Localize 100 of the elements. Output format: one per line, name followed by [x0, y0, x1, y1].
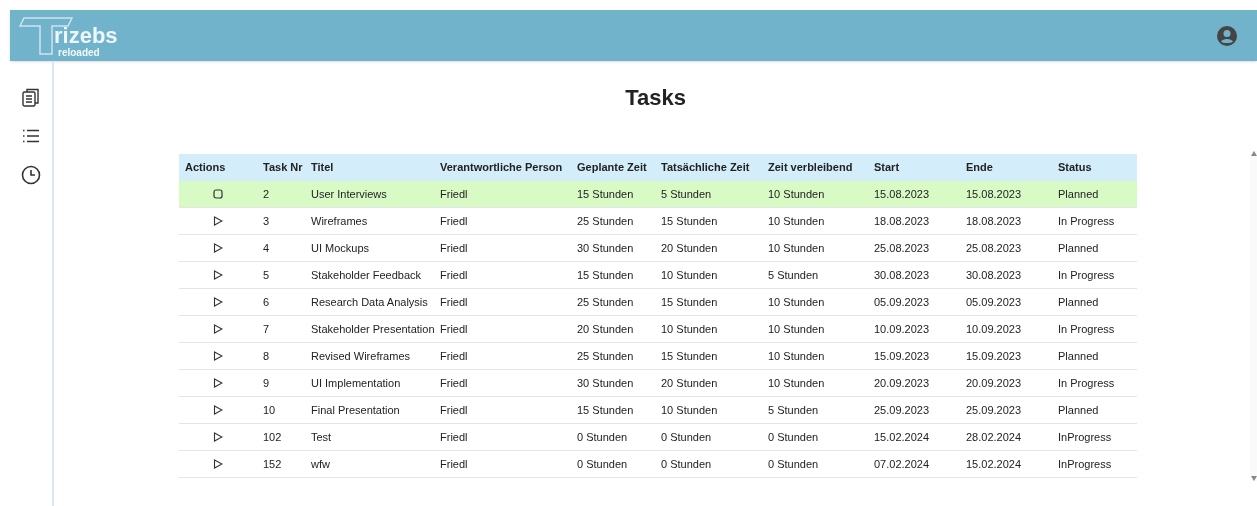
- column-header: Titel: [310, 160, 335, 176]
- table-cell-text: Friedl: [439, 321, 469, 337]
- table-cell-text: 15 Stunden: [660, 213, 719, 229]
- play-icon[interactable]: [213, 351, 223, 361]
- table-cell-text: 5: [262, 267, 271, 283]
- table-cell-text: Friedl: [439, 348, 469, 364]
- logo-title: rizebs: [54, 24, 118, 47]
- play-icon[interactable]: [213, 432, 223, 442]
- table-cell-text: 05.09.2023: [965, 294, 1023, 310]
- table-cell-text: InProgress: [1057, 429, 1113, 445]
- table-cell-text: 10 Stunden: [660, 321, 719, 337]
- play-icon[interactable]: [213, 405, 223, 415]
- table-cell-text: 10.09.2023: [873, 321, 931, 337]
- table-cell-text: 0 Stunden: [660, 456, 713, 472]
- column-header: Verantwortliche Person: [439, 160, 564, 176]
- table-cell-text: 15.02.2024: [873, 429, 931, 445]
- column-header: Status: [1057, 160, 1093, 176]
- table-cell-text: Friedl: [439, 240, 469, 256]
- table-cell-text: 10 Stunden: [767, 240, 826, 256]
- table-cell-text: Final Presentation: [310, 402, 401, 418]
- table-cell-text: 18.08.2023: [873, 213, 931, 229]
- play-icon[interactable]: [213, 243, 223, 253]
- table-cell-text: 15.09.2023: [965, 348, 1023, 364]
- table-cell-text: In Progress: [1057, 321, 1116, 337]
- table-cell-text: 25.08.2023: [873, 240, 931, 256]
- clock-icon[interactable]: [21, 165, 41, 185]
- table-cell-text: Planned: [1057, 348, 1100, 364]
- column-header: Tatsächliche Zeit: [660, 160, 751, 176]
- table-cell-text: 25 Stunden: [576, 294, 635, 310]
- table-cell-text: 25.08.2023: [965, 240, 1023, 256]
- table-cell-text: 15 Stunden: [660, 348, 719, 364]
- table-cell-text: 10 Stunden: [767, 321, 826, 337]
- play-icon[interactable]: [213, 324, 223, 334]
- table-cell-text: 10: [262, 402, 277, 418]
- table-cell-text: 0 Stunden: [767, 429, 820, 445]
- table-cell-text: 20.09.2023: [873, 375, 931, 391]
- table-cell-text: 9: [262, 375, 271, 391]
- table-cell-text: UI Mockups: [310, 240, 371, 256]
- column-header: Task Nr: [262, 160, 304, 176]
- table-cell-text: In Progress: [1057, 267, 1116, 283]
- column-header: Geplante Zeit: [576, 160, 648, 176]
- clipboard-icon[interactable]: [22, 87, 40, 107]
- table-cell-text: 10 Stunden: [767, 213, 826, 229]
- table-cell-text: 0 Stunden: [767, 456, 820, 472]
- table-cell-text: 8: [262, 348, 271, 364]
- table-cell-text: 10 Stunden: [767, 294, 826, 310]
- table-cell-text: Friedl: [439, 375, 469, 391]
- play-icon[interactable]: [213, 459, 223, 469]
- table-cell-text: Friedl: [439, 267, 469, 283]
- table-cell-text: Stakeholder Feedback: [310, 267, 423, 283]
- table-cell-text: 15.08.2023: [965, 186, 1023, 202]
- table-cell-text: 4: [262, 240, 271, 256]
- table-cell-text: wfw: [310, 456, 331, 472]
- table-cell-text: 07.02.2024: [873, 456, 931, 472]
- table-cell-text: 25.09.2023: [965, 402, 1023, 418]
- table-cell-text: UI Implementation: [310, 375, 402, 391]
- column-header: Zeit verbleibend: [767, 160, 854, 176]
- play-icon[interactable]: [213, 270, 223, 280]
- table-cell-text: 6: [262, 294, 271, 310]
- table-cell-text: InProgress: [1057, 456, 1113, 472]
- table-cell-text: Planned: [1057, 294, 1100, 310]
- play-icon[interactable]: [213, 297, 223, 307]
- table-cell-text: 25.09.2023: [873, 402, 931, 418]
- scroll-down-icon[interactable]: [1250, 476, 1257, 481]
- table-cell-text: 10 Stunden: [767, 186, 826, 202]
- table-cell-text: Wireframes: [310, 213, 369, 229]
- table-cell-text: 5 Stunden: [767, 267, 820, 283]
- table-cell-text: Planned: [1057, 186, 1100, 202]
- scroll-up-icon[interactable]: [1250, 151, 1257, 156]
- table-cell-text: User Interviews: [310, 186, 388, 202]
- table-cell-text: 15.08.2023: [873, 186, 931, 202]
- table-cell-text: 7: [262, 321, 271, 337]
- table-cell-text: 20.09.2023: [965, 375, 1023, 391]
- table-row[interactable]: 2 User Interviews Friedl 15 Stunden 5 Stunden 10 Stunden 15.08.2023 15.08.2023 Planned: [179, 181, 1137, 208]
- logo-subtitle: reloaded: [58, 47, 100, 58]
- table-cell-text: 20 Stunden: [660, 375, 719, 391]
- table-cell-text: Revised Wireframes: [310, 348, 412, 364]
- table-cell-text: 25 Stunden: [576, 213, 635, 229]
- table-cell-text: 0 Stunden: [576, 456, 629, 472]
- table-cell-text: Planned: [1057, 240, 1100, 256]
- play-icon[interactable]: [213, 378, 223, 388]
- page-title: Tasks: [625, 84, 686, 112]
- table-cell-text: Research Data Analysis: [310, 294, 429, 310]
- table-cell-text: Friedl: [439, 456, 469, 472]
- column-header: Ende: [965, 160, 994, 176]
- list-icon[interactable]: [22, 129, 40, 143]
- table-cell-text: Stakeholder Presentation: [310, 321, 434, 337]
- stop-icon[interactable]: [213, 189, 223, 199]
- table-cell-text: Friedl: [439, 429, 469, 445]
- user-avatar-icon[interactable]: [1217, 25, 1237, 46]
- table-cell-text: Friedl: [439, 294, 469, 310]
- scrollbar[interactable]: [1250, 151, 1257, 481]
- table-cell-text: 15 Stunden: [660, 294, 719, 310]
- table-cell-text: 30.08.2023: [965, 267, 1023, 283]
- column-header: Actions: [184, 160, 227, 176]
- table-cell-text: 18.08.2023: [965, 213, 1023, 229]
- play-icon[interactable]: [213, 216, 223, 226]
- table-cell-text: Friedl: [439, 186, 469, 202]
- table-cell-text: In Progress: [1057, 213, 1116, 229]
- table-cell-text: 30.08.2023: [873, 267, 931, 283]
